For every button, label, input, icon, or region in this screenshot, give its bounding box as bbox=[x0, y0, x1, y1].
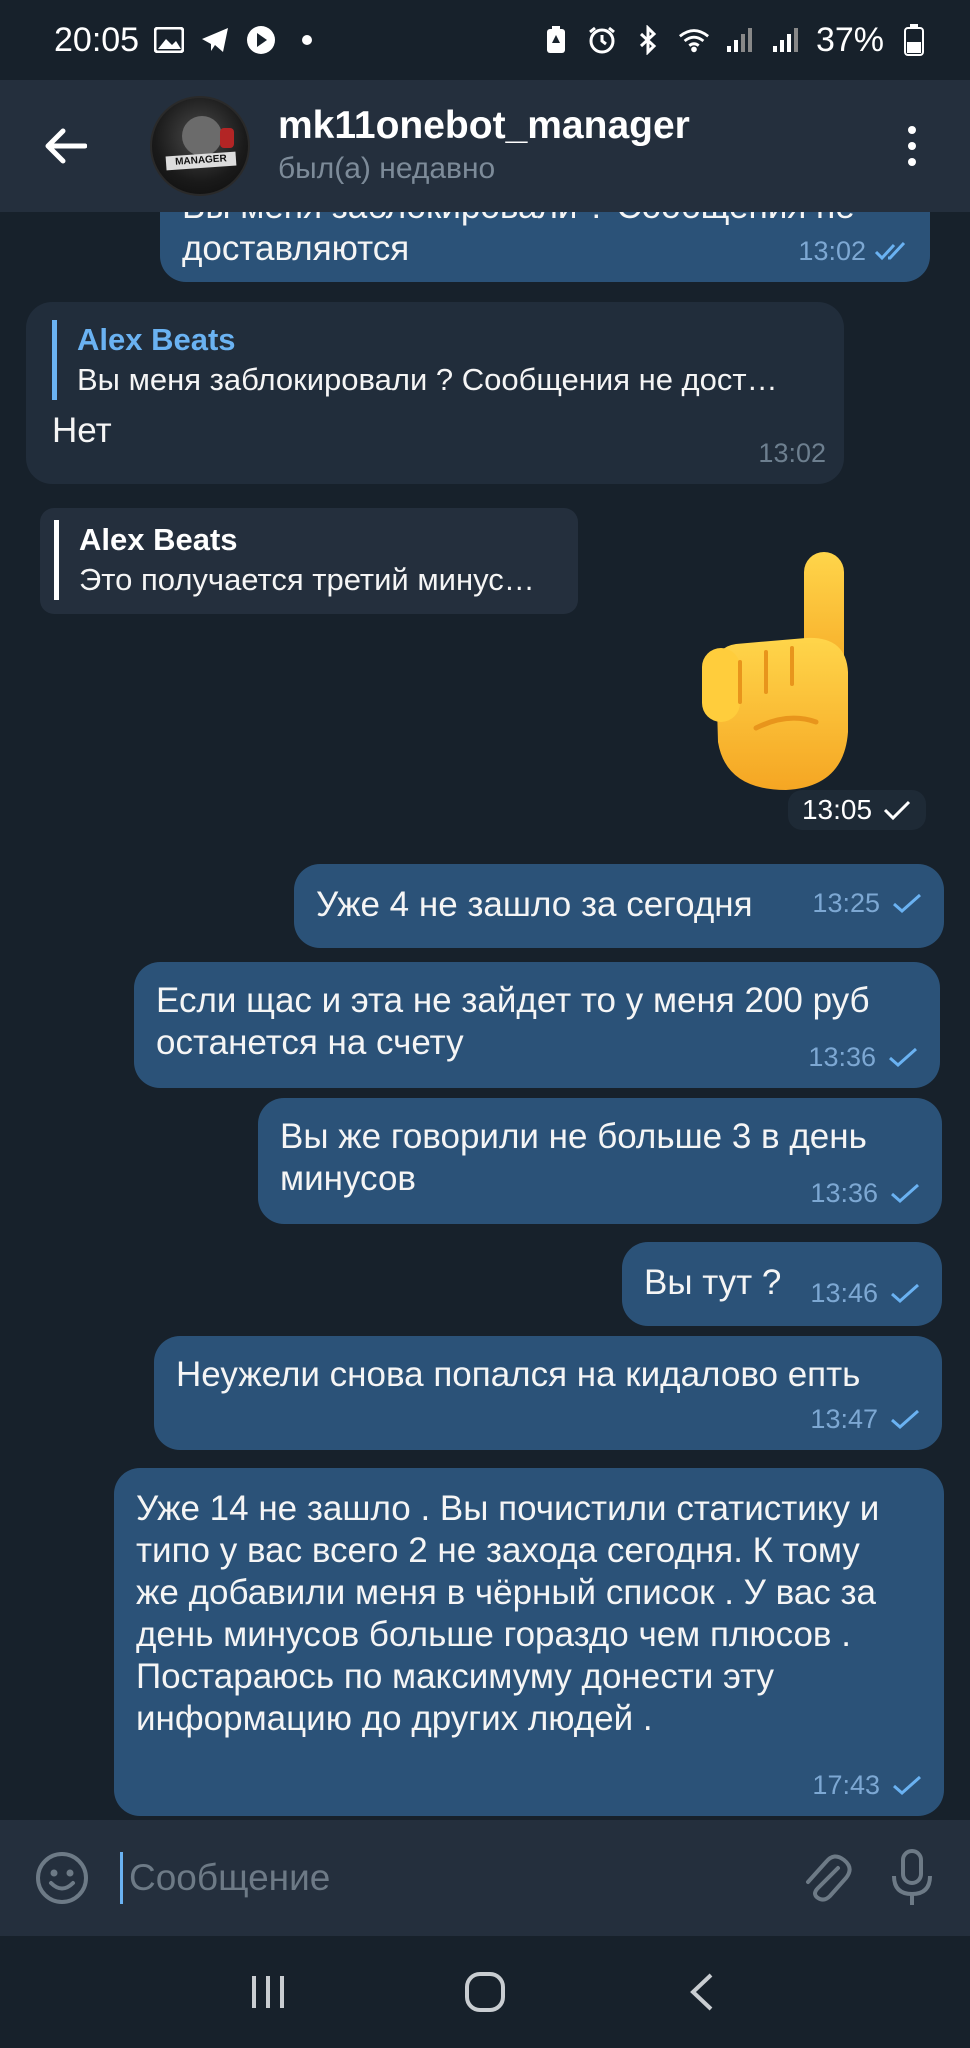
check-icon bbox=[891, 1183, 919, 1203]
avatar-figure bbox=[182, 116, 222, 156]
message-time: 13:05 bbox=[801, 794, 873, 825]
status-left: 20:05 bbox=[54, 21, 323, 60]
chat-header: MANAGER mk11onebot_manager был(а) недавн… bbox=[0, 80, 970, 212]
message-time: 13:36 bbox=[810, 1178, 878, 1208]
alarm-icon bbox=[586, 24, 618, 56]
sticker-reply-quote[interactable]: Alex Beats Это получается третий минус… bbox=[40, 508, 578, 614]
signal-icon bbox=[770, 24, 802, 56]
chat-subtitle: был(а) недавно bbox=[278, 152, 496, 185]
dot-icon bbox=[908, 126, 916, 134]
chevron-left-icon bbox=[689, 1973, 713, 2011]
avatar[interactable]: MANAGER bbox=[150, 96, 250, 196]
message-bubble-outgoing[interactable]: Вы меня заблокировали ? Сообщения не дос… bbox=[160, 212, 930, 282]
message-time: 13:36 bbox=[808, 1042, 876, 1072]
double-check-icon bbox=[874, 241, 906, 261]
avatar-accent bbox=[220, 128, 234, 148]
message-bubble-outgoing[interactable]: Вы тут ? 13:46 bbox=[622, 1242, 942, 1326]
message-time: 13:02 bbox=[798, 236, 866, 266]
message-text: Нет bbox=[52, 411, 112, 450]
reply-text: Вы меня заблокировали ? Сообщения не дос… bbox=[77, 362, 778, 397]
message-meta: 13:02 bbox=[758, 432, 826, 474]
home-button[interactable] bbox=[445, 1952, 525, 2032]
emoji-button[interactable] bbox=[30, 1846, 94, 1910]
message-composer bbox=[0, 1820, 970, 1936]
avatar-label: MANAGER bbox=[165, 151, 237, 171]
back-button[interactable] bbox=[36, 116, 96, 176]
message-bubble-outgoing[interactable]: Уже 14 не зашло . Вы почистили статистик… bbox=[114, 1468, 944, 1816]
paperclip-icon bbox=[806, 1854, 852, 1902]
message-bubble-outgoing[interactable]: Если щас и эта не зайдет то у меня 200 р… bbox=[134, 962, 940, 1088]
check-icon bbox=[883, 800, 911, 821]
system-nav-bar bbox=[0, 1936, 970, 2048]
reply-author: Alex Beats bbox=[79, 522, 238, 557]
message-meta: 13:46 bbox=[810, 1272, 924, 1314]
dot-icon bbox=[908, 142, 916, 150]
sticker-meta: 13:05 bbox=[788, 790, 926, 830]
message-time: 13:25 bbox=[812, 888, 880, 918]
home-icon bbox=[464, 1972, 505, 2012]
message-bubble-outgoing[interactable]: Уже 4 не зашло за сегодня 13:25 bbox=[294, 864, 944, 948]
recent-apps-button[interactable] bbox=[228, 1952, 308, 2032]
message-text: Неужели снова попался на кидалово епть bbox=[176, 1355, 861, 1394]
reply-author: Alex Beats bbox=[77, 322, 236, 357]
message-meta: 13:47 bbox=[810, 1398, 924, 1440]
check-icon bbox=[893, 1775, 921, 1795]
status-right: 37% bbox=[540, 21, 930, 60]
chat-title-area[interactable]: mk11onebot_manager был(а) недавно bbox=[278, 103, 892, 189]
nav-back-button[interactable] bbox=[662, 1952, 742, 2032]
more-menu-button[interactable] bbox=[892, 116, 932, 176]
message-meta: 17:43 bbox=[812, 1764, 926, 1806]
check-icon bbox=[893, 893, 921, 913]
voice-message-button[interactable] bbox=[880, 1846, 944, 1910]
recent-apps-icon bbox=[252, 1976, 285, 2008]
reply-quote[interactable]: Alex Beats Вы меня заблокировали ? Сообщ… bbox=[52, 320, 818, 400]
sticker[interactable] bbox=[696, 552, 856, 792]
battery-icon bbox=[898, 24, 930, 56]
bluetooth-icon bbox=[632, 24, 664, 56]
message-text: Если щас и эта не зайдет то у меня 200 р… bbox=[156, 981, 870, 1062]
microphone-icon bbox=[892, 1849, 932, 1905]
message-cut-text: Вы меня заблокировали ? Сообщения не bbox=[182, 212, 908, 228]
attach-button[interactable] bbox=[794, 1846, 858, 1910]
chat-title: mk11onebot_manager bbox=[278, 104, 690, 147]
message-bubble-incoming[interactable]: Alex Beats Вы меня заблокировали ? Сообщ… bbox=[26, 302, 844, 484]
image-icon bbox=[153, 24, 185, 56]
message-time: 13:02 bbox=[758, 438, 826, 468]
message-meta: 13:02 bbox=[798, 230, 912, 272]
message-bubble-outgoing[interactable]: Неужели снова попался на кидалово епть 1… bbox=[154, 1336, 942, 1450]
arrow-left-icon bbox=[45, 128, 87, 164]
message-text: Уже 14 не зашло . Вы почистили статистик… bbox=[136, 1489, 880, 1738]
wifi-icon bbox=[678, 24, 710, 56]
status-bar: 20:05 37% bbox=[0, 0, 970, 80]
dot-icon bbox=[908, 158, 916, 166]
play-circle-icon bbox=[245, 24, 277, 56]
message-list[interactable]: Вы меня заблокировали ? Сообщения не дос… bbox=[0, 212, 970, 1820]
message-time: 17:43 bbox=[812, 1770, 880, 1800]
pointing-up-icon bbox=[702, 552, 848, 790]
message-input[interactable] bbox=[120, 1852, 794, 1904]
battery-saver-icon bbox=[540, 24, 572, 56]
smile-icon bbox=[36, 1852, 88, 1904]
check-icon bbox=[891, 1283, 919, 1303]
message-time: 13:46 bbox=[810, 1278, 878, 1308]
telegram-icon bbox=[199, 24, 231, 56]
message-meta: 13:25 bbox=[812, 882, 926, 924]
check-icon bbox=[891, 1409, 919, 1429]
dot-icon bbox=[291, 24, 323, 56]
message-time: 13:47 bbox=[810, 1404, 878, 1434]
battery-percent: 37% bbox=[815, 20, 884, 59]
status-time: 20:05 bbox=[54, 20, 140, 59]
signal-icon bbox=[724, 24, 756, 56]
check-icon bbox=[889, 1047, 917, 1067]
reply-text: Это получается третий минус… bbox=[79, 562, 535, 597]
message-meta: 13:36 bbox=[808, 1036, 922, 1078]
message-bubble-outgoing[interactable]: Вы же говорили не больше 3 в день минусо… bbox=[258, 1098, 942, 1224]
message-meta: 13:36 bbox=[810, 1172, 924, 1214]
